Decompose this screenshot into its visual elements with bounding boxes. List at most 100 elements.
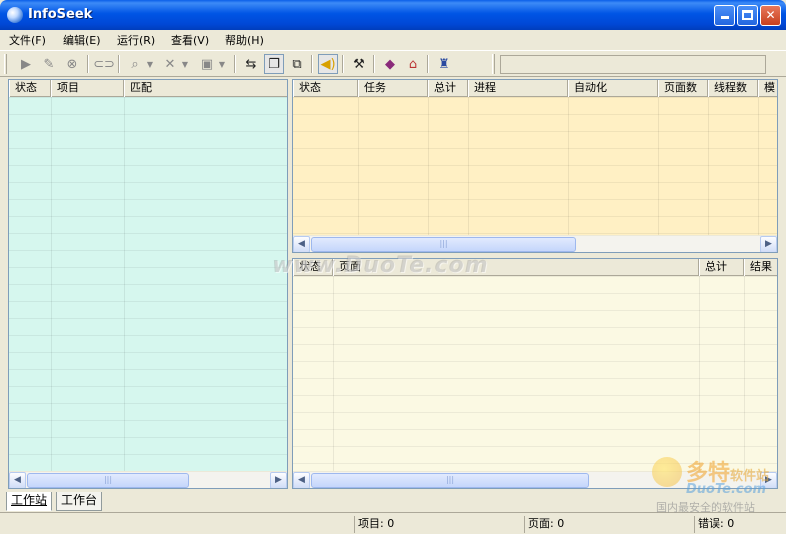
book-button[interactable]: ◆ xyxy=(380,54,400,74)
watermark-brand-en: DuoTe.com xyxy=(686,482,767,497)
scroll-left-button[interactable]: ◀ xyxy=(9,472,26,488)
delete-icon: ✕ xyxy=(164,56,176,72)
delete-dropdown[interactable]: ▼ xyxy=(179,54,191,74)
chevron-left-icon: ◀ xyxy=(14,475,21,485)
task-list[interactable] xyxy=(293,97,777,235)
home-button[interactable]: ⌂ xyxy=(403,54,423,74)
delete-button[interactable]: ✕ xyxy=(160,54,180,74)
maximize-icon xyxy=(742,10,753,20)
chevron-right-icon: ▶ xyxy=(275,475,282,485)
chevron-down-icon: ▼ xyxy=(181,59,189,69)
stop-icon: ⊗ xyxy=(66,56,78,72)
sound-button[interactable]: ◀) xyxy=(318,54,338,74)
chevron-down-icon: ▼ xyxy=(146,59,154,69)
left-panel-hscrollbar[interactable]: ◀ ||| ▶ xyxy=(9,471,287,488)
copy-button[interactable]: ⧉ xyxy=(287,54,307,74)
column-header[interactable]: 匹配 xyxy=(124,80,287,97)
play-button[interactable]: ▶ xyxy=(16,54,36,74)
window-title: InfoSeek xyxy=(28,7,93,22)
mascot-icon xyxy=(652,457,682,487)
title-bar[interactable]: InfoSeek ✕ xyxy=(0,0,786,30)
scroll-right-button[interactable]: ▶ xyxy=(760,236,777,252)
menu-view[interactable]: 查看(V) xyxy=(171,32,209,48)
left-panel[interactable]: 状态 项目 匹配 ◀ ||| ▶ xyxy=(8,79,288,489)
column-divider xyxy=(428,97,429,235)
toolbar-separator xyxy=(311,55,313,73)
toolbar-grip[interactable] xyxy=(4,54,7,74)
chevron-right-icon: ▶ xyxy=(765,239,772,249)
column-header[interactable]: 任务 xyxy=(358,80,428,97)
watermark-site: www.DuoTe.com xyxy=(272,253,489,278)
menu-help[interactable]: 帮助(H) xyxy=(225,32,264,48)
menu-run[interactable]: 运行(R) xyxy=(117,32,155,48)
minimize-button[interactable] xyxy=(714,5,735,26)
toolbar-address-field[interactable] xyxy=(500,55,766,74)
menu-edit[interactable]: 编辑(E) xyxy=(63,32,101,48)
column-header[interactable]: 项目 xyxy=(51,80,124,97)
column-header[interactable]: 自动化 xyxy=(568,80,658,97)
page-list[interactable] xyxy=(293,276,777,471)
top-right-panel-header: 状态 任务 总计 进程 自动化 页面数 线程数 模 xyxy=(293,80,777,97)
edit-button[interactable]: ✎ xyxy=(39,54,59,74)
column-header[interactable]: 页面数 xyxy=(658,80,708,97)
column-divider xyxy=(468,97,469,235)
tab-workbench[interactable]: 工作台 xyxy=(56,492,103,511)
chevron-left-icon: ◀ xyxy=(298,239,305,249)
column-divider xyxy=(124,97,125,471)
toolbar-separator xyxy=(234,55,236,73)
home-icon: ⌂ xyxy=(408,56,418,72)
tools-button[interactable]: ⚒ xyxy=(349,54,369,74)
scroll-thumb[interactable]: ||| xyxy=(27,473,189,488)
column-header[interactable]: 状态 xyxy=(9,80,51,97)
edit-icon: ✎ xyxy=(43,56,55,72)
status-bar: 项目: 0 页面: 0 错误: 0 xyxy=(0,512,786,534)
link-button[interactable]: ⊂⊃ xyxy=(93,54,115,74)
column-header[interactable]: 模 xyxy=(758,80,777,97)
status-errors: 错误: 0 xyxy=(694,516,784,533)
column-divider xyxy=(758,97,759,235)
column-header[interactable]: 结果 xyxy=(744,259,777,276)
scroll-thumb[interactable]: ||| xyxy=(311,237,576,252)
column-header[interactable]: 线程数 xyxy=(708,80,758,97)
close-button[interactable]: ✕ xyxy=(760,5,781,26)
save-icon: ▣ xyxy=(200,56,214,72)
column-divider xyxy=(699,276,700,471)
column-divider xyxy=(708,97,709,235)
swap-button[interactable]: ⇆ xyxy=(241,54,261,74)
tab-workstation[interactable]: 工作站 xyxy=(6,492,53,511)
app-icon xyxy=(7,7,23,23)
scroll-thumb[interactable]: ||| xyxy=(311,473,589,488)
save-button[interactable]: ▣ xyxy=(197,54,217,74)
save-dropdown[interactable]: ▼ xyxy=(216,54,228,74)
chevron-down-icon: ▼ xyxy=(218,59,226,69)
window-icon: ❐ xyxy=(268,56,280,72)
scroll-left-button[interactable]: ◀ xyxy=(293,472,310,488)
task-list-hscrollbar[interactable]: ◀ ||| ▶ xyxy=(293,235,777,252)
link-icon: ⊂⊃ xyxy=(93,56,115,72)
scroll-right-button[interactable]: ▶ xyxy=(270,472,287,488)
close-icon: ✕ xyxy=(765,8,776,22)
maximize-button[interactable] xyxy=(737,5,758,26)
column-header[interactable]: 总计 xyxy=(428,80,468,97)
status-pages: 页面: 0 xyxy=(524,516,694,533)
window-button[interactable]: ❐ xyxy=(264,54,284,74)
find-dropdown[interactable]: ▼ xyxy=(144,54,156,74)
find-button[interactable]: ⌕ xyxy=(125,54,145,74)
watermark-tagline: 国内最安全的软件站 xyxy=(656,501,755,514)
column-header[interactable]: 进程 xyxy=(468,80,568,97)
scroll-left-button[interactable]: ◀ xyxy=(293,236,310,252)
column-header[interactable]: 状态 xyxy=(293,80,358,97)
menu-file[interactable]: 文件(F) xyxy=(9,32,46,48)
column-divider xyxy=(358,97,359,235)
sound-icon: ◀) xyxy=(320,56,336,72)
user-button[interactable]: ♜ xyxy=(434,54,454,74)
stop-button[interactable]: ⊗ xyxy=(62,54,82,74)
play-icon: ▶ xyxy=(21,56,31,72)
toolbar-separator xyxy=(118,55,120,73)
status-items: 项目: 0 xyxy=(354,516,524,533)
toolbar-grip[interactable] xyxy=(492,54,495,74)
top-right-panel[interactable]: 状态 任务 总计 进程 自动化 页面数 线程数 模 ◀ ||| ▶ xyxy=(292,79,778,253)
chevron-left-icon: ◀ xyxy=(298,475,305,485)
find-icon: ⌕ xyxy=(131,56,139,72)
column-header[interactable]: 总计 xyxy=(699,259,744,276)
